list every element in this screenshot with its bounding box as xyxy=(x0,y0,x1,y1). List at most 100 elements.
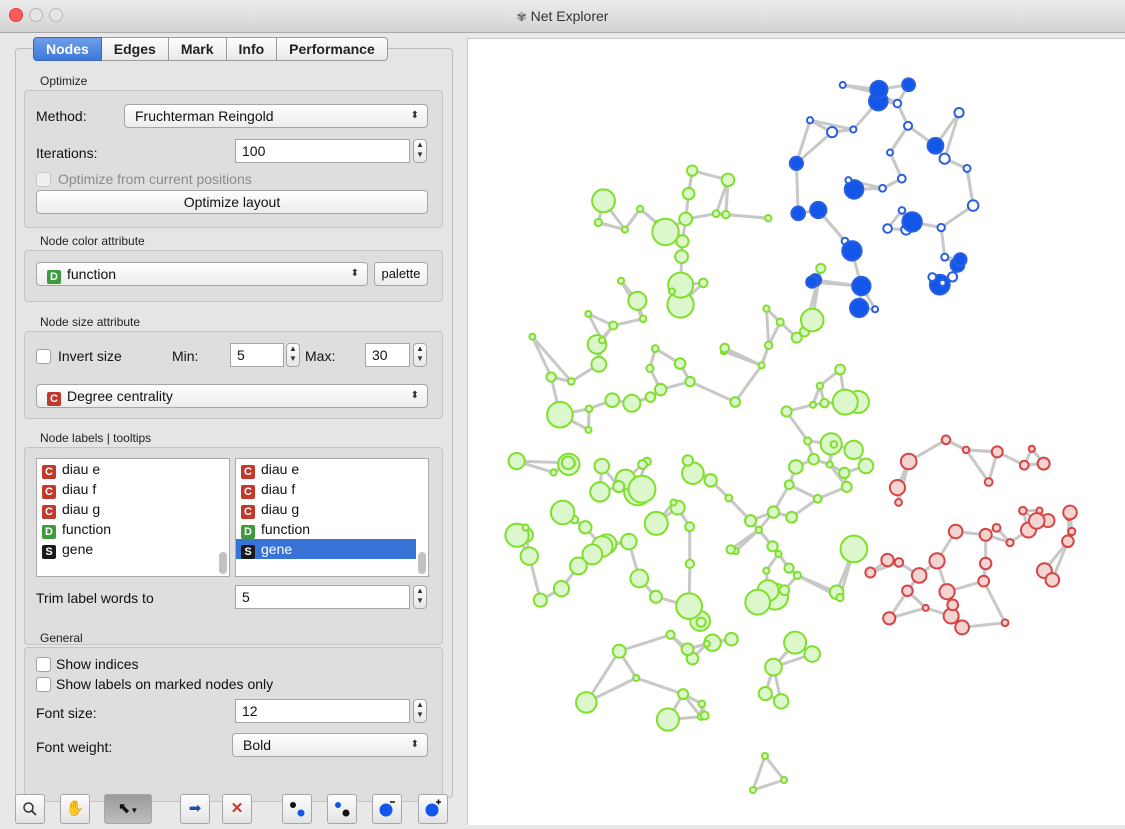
graph-node[interactable] xyxy=(586,427,592,433)
network-graph[interactable] xyxy=(468,39,1125,826)
graph-node[interactable] xyxy=(554,581,569,596)
graph-node[interactable] xyxy=(928,138,944,154)
graph-node[interactable] xyxy=(968,200,979,211)
tooltips-scrollbar[interactable] xyxy=(418,461,426,574)
list-item[interactable]: Cdiau f xyxy=(236,479,428,499)
graph-node[interactable] xyxy=(765,342,772,349)
graph-node[interactable] xyxy=(595,219,602,226)
tab-edges[interactable]: Edges xyxy=(102,37,169,61)
graph-node[interactable] xyxy=(599,337,605,343)
graph-node[interactable] xyxy=(963,447,970,454)
graph-node[interactable] xyxy=(591,357,606,372)
graph-node[interactable] xyxy=(1029,513,1045,529)
max-size-input[interactable]: 30 xyxy=(365,343,410,367)
graph-node[interactable] xyxy=(675,250,688,263)
max-size-stepper[interactable]: ▲▼ xyxy=(413,343,427,367)
graph-node[interactable] xyxy=(534,594,547,607)
optimize-layout-button[interactable]: Optimize layout xyxy=(36,190,428,214)
graph-node[interactable] xyxy=(547,402,573,428)
palette-button[interactable]: palette xyxy=(374,262,428,286)
graph-node[interactable] xyxy=(686,560,694,568)
graph-node[interactable] xyxy=(629,476,656,503)
graph-node[interactable] xyxy=(881,554,893,566)
graph-node[interactable] xyxy=(941,254,948,261)
graph-node[interactable] xyxy=(678,689,688,699)
graph-node[interactable] xyxy=(980,558,991,569)
font-weight-select[interactable]: Bold⬍ xyxy=(232,733,428,757)
graph-node[interactable] xyxy=(671,500,677,506)
graph-node[interactable] xyxy=(767,541,777,551)
graph-node[interactable] xyxy=(842,482,852,492)
graph-node[interactable] xyxy=(902,585,913,596)
graph-node[interactable] xyxy=(954,108,963,117)
graph-node[interactable] xyxy=(955,621,969,635)
graph-node[interactable] xyxy=(633,675,639,681)
graph-node[interactable] xyxy=(1029,446,1035,452)
graph-node[interactable] xyxy=(1002,619,1009,626)
graph-node[interactable] xyxy=(789,460,803,474)
select-neighbors-icon[interactable] xyxy=(282,794,312,824)
graph-node[interactable] xyxy=(872,306,878,312)
invert-size-checkbox[interactable] xyxy=(36,349,51,364)
graph-node[interactable] xyxy=(762,753,768,759)
graph-node[interactable] xyxy=(613,481,624,492)
graph-node[interactable] xyxy=(640,315,647,322)
graph-node[interactable] xyxy=(590,482,609,501)
graph-node[interactable] xyxy=(623,395,640,412)
graph-node[interactable] xyxy=(679,213,692,226)
graph-node[interactable] xyxy=(890,480,905,495)
graph-node[interactable] xyxy=(763,306,769,312)
min-size-stepper[interactable]: ▲▼ xyxy=(286,343,300,367)
node-size-select[interactable]: CDegree centrality⬍ xyxy=(36,384,428,408)
graph-node[interactable] xyxy=(622,227,628,233)
graph-node[interactable] xyxy=(550,469,556,475)
graph-node[interactable] xyxy=(645,512,668,535)
graph-node[interactable] xyxy=(954,253,967,266)
network-canvas[interactable] xyxy=(467,38,1125,825)
graph-node[interactable] xyxy=(820,399,828,407)
show-marked-only-checkbox[interactable] xyxy=(36,677,51,692)
graph-node[interactable] xyxy=(852,277,870,295)
graph-node[interactable] xyxy=(810,202,826,218)
iterations-stepper[interactable]: ▲▼ xyxy=(413,139,427,163)
graph-node[interactable] xyxy=(992,446,1003,457)
graph-node[interactable] xyxy=(701,712,709,720)
graph-node[interactable] xyxy=(786,512,797,523)
graph-node[interactable] xyxy=(745,590,770,615)
graph-node[interactable] xyxy=(850,126,856,132)
list-item[interactable]: Sgene xyxy=(37,539,229,559)
graph-node[interactable] xyxy=(939,584,954,599)
graph-node[interactable] xyxy=(942,436,951,445)
graph-node[interactable] xyxy=(807,117,813,123)
graph-node[interactable] xyxy=(859,459,874,474)
shrink-nodes-icon[interactable] xyxy=(372,794,402,824)
graph-node[interactable] xyxy=(831,441,838,448)
graph-node[interactable] xyxy=(865,568,875,578)
list-item[interactable]: Cdiau e xyxy=(236,459,428,479)
graph-node[interactable] xyxy=(594,459,609,474)
graph-node[interactable] xyxy=(637,206,643,212)
graph-node[interactable] xyxy=(1006,539,1013,546)
graph-node[interactable] xyxy=(816,264,825,273)
graph-node[interactable] xyxy=(529,334,535,340)
graph-node[interactable] xyxy=(1046,573,1060,587)
graph-node[interactable] xyxy=(775,551,781,557)
graph-node[interactable] xyxy=(621,534,637,550)
graph-node[interactable] xyxy=(646,392,656,402)
list-item-selected[interactable]: Sgene xyxy=(236,539,416,559)
graph-node[interactable] xyxy=(568,378,575,385)
graph-node[interactable] xyxy=(898,175,906,183)
trim-words-stepper[interactable]: ▲▼ xyxy=(413,585,427,609)
graph-node[interactable] xyxy=(839,468,849,478)
graph-node[interactable] xyxy=(720,344,729,353)
font-size-input[interactable]: 12 xyxy=(235,699,410,723)
graph-node[interactable] xyxy=(1020,461,1029,470)
graph-node[interactable] xyxy=(947,599,958,610)
list-item[interactable]: Cdiau g xyxy=(37,499,229,519)
graph-node[interactable] xyxy=(551,501,574,524)
graph-node[interactable] xyxy=(790,157,803,170)
graph-node[interactable] xyxy=(1038,458,1050,470)
graph-node[interactable] xyxy=(562,457,575,470)
enlarge-nodes-icon[interactable] xyxy=(418,794,448,824)
graph-node[interactable] xyxy=(804,646,820,662)
